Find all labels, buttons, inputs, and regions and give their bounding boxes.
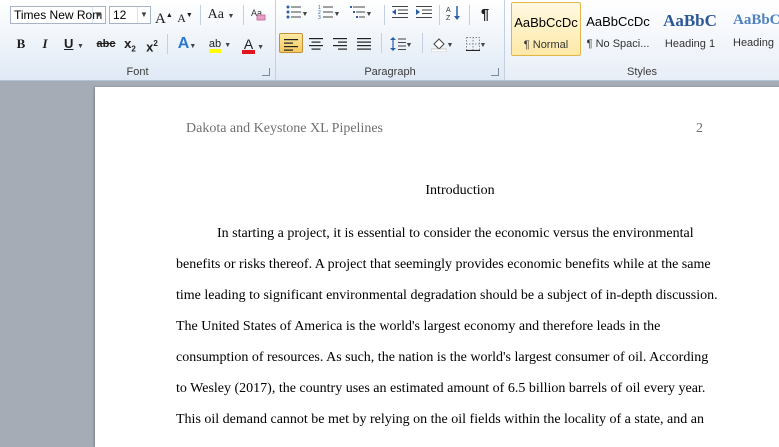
align-right-button[interactable] (328, 33, 352, 53)
borders-button[interactable]: ▼ (460, 33, 492, 53)
align-left-icon (284, 38, 298, 51)
font-name-value: Times New Rom (14, 8, 103, 22)
style-sample: AaBbCcDc (586, 14, 650, 29)
change-case-glyph: Aa (207, 7, 224, 22)
show-formatting-button[interactable]: ¶ (475, 5, 495, 25)
styles-group: AaBbCcDc ¶ Normal AaBbCcDc ¶ No Spaci...… (505, 0, 779, 80)
justify-icon (357, 37, 371, 50)
page-number: 2 (696, 121, 703, 136)
font-name-combo[interactable]: Times New Rom ▼ (10, 6, 106, 24)
clear-formatting-button[interactable]: Aa (248, 5, 268, 25)
font-size-value: 12 (113, 8, 127, 22)
underline-glyph: U (64, 36, 74, 51)
line-spacing-icon (389, 36, 406, 51)
style-sample: AaBbCcDc (514, 15, 578, 30)
separator (384, 5, 385, 25)
font-dialog-launcher-icon[interactable] (262, 68, 270, 76)
separator (469, 5, 470, 25)
style-no-spacing[interactable]: AaBbCcDc ¶ No Spaci... (583, 2, 653, 56)
font-color-icon: A (241, 36, 256, 54)
clear-formatting-icon: Aa (251, 8, 266, 21)
style-name: Heading 1 (664, 38, 716, 50)
highlight-button[interactable]: ab ▼ (205, 34, 235, 54)
align-right-icon (333, 37, 347, 50)
style-name: Heading (733, 37, 774, 49)
document-page[interactable]: Dakota and Keystone XL Pipelines 2 Intro… (95, 87, 779, 447)
text-effects-button[interactable]: A▼ (173, 34, 201, 54)
separator (439, 5, 440, 25)
body-line: This oil demand cannot be met by relying… (176, 412, 704, 427)
body-line: The United States of America is the worl… (176, 319, 661, 334)
superscript-button[interactable]: x2 (143, 34, 161, 54)
line-spacing-button[interactable]: ▼ (386, 33, 416, 53)
style-sample: AaBbC (733, 12, 779, 28)
body-line: In starting a project, it is essential t… (217, 226, 694, 241)
body-line: to Wesley (2017), the country uses an es… (176, 381, 706, 396)
paragraph-dialog-launcher-icon[interactable] (491, 68, 499, 76)
bullets-button[interactable]: ▼ (282, 5, 312, 25)
separator (167, 34, 168, 54)
text-effects-glyph: A (177, 35, 190, 52)
align-center-button[interactable] (304, 33, 328, 53)
align-left-button[interactable] (279, 33, 303, 53)
grow-font-glyph: A (155, 11, 166, 27)
change-case-button[interactable]: Aa ▼ (206, 5, 236, 25)
font-group: Times New Rom ▼ 12 ▼ A▲ A▼ Aa ▼ Aa B I U… (0, 0, 276, 80)
svg-text:3: 3 (318, 15, 321, 19)
style-name: ¶ No Spaci... (586, 38, 650, 50)
style-heading-1[interactable]: AaBbC Heading 1 (655, 2, 725, 56)
svg-text:A: A (446, 7, 451, 14)
grow-font-button[interactable]: A▲ (155, 5, 173, 27)
chevron-down-icon[interactable]: ▼ (137, 7, 150, 23)
page-header: Dakota and Keystone XL Pipelines (186, 121, 383, 136)
increase-indent-button[interactable] (413, 5, 435, 25)
decrease-indent-icon (392, 6, 408, 18)
styles-group-label: Styles (627, 66, 657, 78)
separator (422, 33, 423, 53)
separator (243, 5, 244, 25)
shading-button[interactable]: ▼ (426, 33, 458, 53)
justify-button[interactable] (352, 33, 376, 53)
font-color-button[interactable]: A ▼ (240, 34, 268, 54)
body-line: benefits or risks thereof. A project tha… (176, 257, 711, 272)
bold-button[interactable]: B (12, 34, 30, 54)
style-heading-2[interactable]: AaBbC Heading (727, 2, 779, 56)
highlighter-icon: ab (208, 38, 222, 53)
strikethrough-button[interactable]: abc (95, 34, 117, 54)
underline-button[interactable]: U ▼ (59, 34, 89, 54)
numbering-button[interactable]: 1 2 3 ▼ (314, 5, 344, 25)
numbering-icon: 123 (318, 5, 333, 21)
chevron-down-icon[interactable]: ▼ (92, 7, 105, 23)
paragraph-group-label: Paragraph (364, 66, 416, 78)
borders-icon (465, 36, 480, 51)
body-line: consumption of resources. As such, the n… (176, 350, 709, 365)
separator (381, 33, 382, 53)
sort-icon: AZ (446, 6, 460, 22)
decrease-indent-button[interactable] (389, 5, 411, 25)
multilevel-list-icon (349, 6, 365, 18)
font-group-label: Font (126, 66, 149, 78)
sort-button[interactable]: AZ (443, 5, 465, 25)
font-size-combo[interactable]: 12 ▼ (109, 6, 151, 24)
style-name: ¶ Normal (523, 39, 569, 51)
separator (200, 5, 201, 25)
increase-indent-icon (416, 6, 432, 18)
body-line: time leading to significant environmenta… (176, 288, 718, 303)
section-title: Introduction (425, 183, 495, 198)
italic-button[interactable]: I (36, 34, 54, 54)
style-sample: AaBbC (663, 11, 717, 30)
style-normal[interactable]: AaBbCcDc ¶ Normal (511, 2, 581, 56)
subscript-button[interactable]: x2 (121, 34, 139, 54)
svg-text:Z: Z (446, 15, 451, 21)
bullets-icon (286, 5, 301, 19)
paint-bucket-icon (430, 37, 447, 52)
multilevel-list-button[interactable]: ▼ (346, 5, 376, 25)
shrink-font-glyph: A (177, 11, 186, 25)
ribbon: Times New Rom ▼ 12 ▼ A▲ A▼ Aa ▼ Aa B I U… (0, 0, 779, 81)
paragraph-group: ▼ 1 2 3 ▼ ▼ AZ ¶ ▼ ▼ ▼ Paragraph (276, 0, 505, 80)
shrink-font-button[interactable]: A▼ (177, 5, 193, 25)
align-center-icon (309, 37, 323, 50)
